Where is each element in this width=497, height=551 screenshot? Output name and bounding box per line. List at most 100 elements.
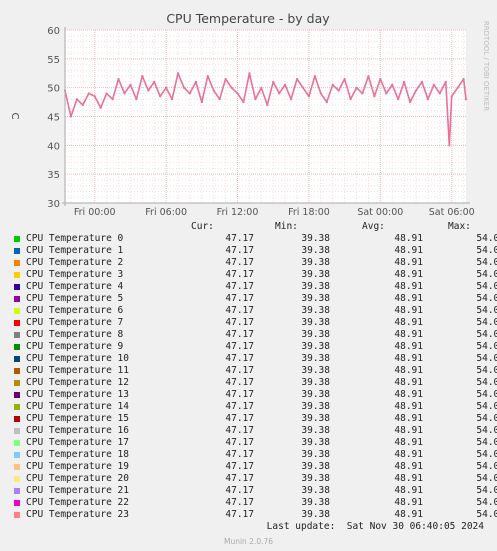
legend-max-value: 54.05 bbox=[476, 233, 497, 244]
legend-swatch bbox=[14, 416, 20, 422]
data-point bbox=[355, 86, 358, 89]
legend-cur-value: 47.17 bbox=[225, 425, 254, 436]
data-point bbox=[153, 80, 156, 83]
legend-max-value: 54.05 bbox=[476, 509, 497, 520]
data-point bbox=[284, 83, 287, 86]
legend-row: CPU Temperature 2 47.17 39.38 48.91 54.05 bbox=[0, 257, 497, 269]
legend-max-value: 54.05 bbox=[476, 449, 497, 460]
legend-max-value: 54.05 bbox=[476, 437, 497, 448]
data-point bbox=[397, 98, 400, 101]
legend-avg-value: 48.91 bbox=[394, 233, 423, 244]
legend-header-min: Min: bbox=[275, 221, 298, 232]
legend-row: CPU Temperature 6 47.17 39.38 48.91 54.05 bbox=[0, 305, 497, 317]
legend-min-value: 39.38 bbox=[301, 377, 330, 388]
legend-swatch bbox=[14, 380, 20, 386]
legend-max-value: 54.05 bbox=[476, 245, 497, 256]
legend-max-value: 54.05 bbox=[476, 461, 497, 472]
legend-avg-value: 48.91 bbox=[394, 389, 423, 400]
legend-swatch bbox=[14, 488, 20, 494]
legend-cur-value: 47.17 bbox=[225, 461, 254, 472]
y-tick-label: 60 bbox=[47, 26, 60, 37]
data-point bbox=[129, 83, 132, 86]
legend-avg-value: 48.91 bbox=[394, 365, 423, 376]
legend-row: CPU Temperature 23 47.17 39.38 48.91 54.05 bbox=[0, 509, 497, 521]
data-point bbox=[289, 98, 293, 101]
data-point bbox=[81, 103, 84, 107]
data-point bbox=[403, 80, 406, 83]
data-point bbox=[444, 80, 447, 83]
data-point bbox=[135, 98, 138, 101]
legend-min-value: 39.38 bbox=[301, 329, 330, 340]
data-point bbox=[87, 92, 90, 95]
legend-name: CPU Temperature 1 bbox=[26, 245, 124, 256]
legend-avg-value: 48.91 bbox=[394, 341, 423, 352]
chart: CPU Temperature - by day C RRDTOOL / TOB… bbox=[9, 11, 490, 218]
legend-cur-value: 47.17 bbox=[225, 437, 254, 448]
data-point bbox=[313, 75, 316, 78]
legend-max-value: 54.05 bbox=[476, 365, 497, 376]
legend-row: CPU Temperature 1 47.17 39.38 48.91 54.05 bbox=[0, 245, 497, 257]
legend-name: CPU Temperature 2 bbox=[26, 257, 124, 268]
data-point bbox=[141, 75, 144, 78]
data-point bbox=[93, 95, 96, 98]
legend-swatch bbox=[14, 500, 20, 506]
legend-max-value: 54.05 bbox=[476, 413, 497, 424]
legend-max-value: 54.05 bbox=[476, 317, 497, 328]
y-axis-label: C bbox=[9, 113, 20, 120]
legend-name: CPU Temperature 20 bbox=[26, 473, 129, 484]
legend-min-value: 39.38 bbox=[301, 461, 330, 472]
data-point bbox=[361, 92, 364, 95]
legend-header-cur: Cur: bbox=[191, 221, 214, 232]
legend-min-value: 39.38 bbox=[301, 353, 330, 364]
legend-name: CPU Temperature 19 bbox=[26, 461, 129, 472]
legend-name: CPU Temperature 0 bbox=[26, 233, 124, 244]
data-point bbox=[373, 95, 376, 98]
legend-avg-value: 48.91 bbox=[394, 449, 423, 460]
data-point bbox=[206, 75, 209, 78]
legend-max-value: 54.05 bbox=[476, 293, 497, 304]
legend-row: CPU Temperature 22 47.17 39.38 48.91 54.05 bbox=[0, 497, 497, 509]
legend-min-value: 39.38 bbox=[301, 245, 330, 256]
legend-min-value: 39.38 bbox=[301, 293, 330, 304]
data-point bbox=[331, 83, 334, 86]
legend-cur-value: 47.17 bbox=[225, 317, 254, 328]
legend-name: CPU Temperature 22 bbox=[26, 497, 129, 508]
legend-cur-value: 47.17 bbox=[225, 377, 254, 388]
legend-cur-value: 47.17 bbox=[225, 365, 254, 376]
legend-header: Cur: Min: Avg: Max: bbox=[0, 221, 497, 233]
legend-name: CPU Temperature 16 bbox=[26, 425, 129, 436]
legend-name: CPU Temperature 12 bbox=[26, 377, 129, 388]
legend-swatch bbox=[14, 284, 20, 290]
legend-max-value: 54.05 bbox=[476, 485, 497, 496]
legend-max-value: 54.05 bbox=[476, 269, 497, 280]
data-point bbox=[236, 92, 239, 95]
legend-avg-value: 48.91 bbox=[394, 293, 423, 304]
x-tick-label: Fri 12:00 bbox=[217, 207, 259, 218]
legend-avg-value: 48.91 bbox=[394, 473, 423, 484]
legend-row: CPU Temperature 3 47.17 39.38 48.91 54.05 bbox=[0, 269, 497, 281]
legend-cur-value: 47.17 bbox=[225, 389, 254, 400]
legend-header-avg: Avg: bbox=[362, 221, 385, 232]
legend-swatch bbox=[14, 512, 20, 518]
legend-swatch bbox=[14, 476, 20, 482]
x-tick-label: Sat 00:00 bbox=[357, 207, 403, 218]
legend-row: CPU Temperature 0 47.17 39.38 48.91 54.05 bbox=[0, 233, 497, 245]
legend-avg-value: 48.91 bbox=[394, 509, 423, 520]
legend-row: CPU Temperature 17 47.17 39.38 48.91 54.05 bbox=[0, 437, 497, 449]
watermark: RRDTOOL / TOBI OETIKER bbox=[482, 21, 490, 111]
legend: CPU Temperature 047.1739.3848.9154.05CPU… bbox=[0, 233, 497, 521]
legend-row: CPU Temperature 4 47.17 39.38 48.91 54.05 bbox=[0, 281, 497, 293]
legend-swatch bbox=[14, 332, 20, 338]
legend-avg-value: 48.91 bbox=[394, 245, 423, 256]
legend-name: CPU Temperature 8 bbox=[26, 329, 124, 340]
legend-name: CPU Temperature 21 bbox=[26, 485, 129, 496]
legend-name: CPU Temperature 17 bbox=[26, 437, 129, 448]
legend-swatch bbox=[14, 236, 20, 242]
legend-avg-value: 48.91 bbox=[394, 413, 423, 424]
data-point bbox=[224, 77, 227, 81]
y-tick-label: 40 bbox=[47, 141, 60, 152]
data-point bbox=[176, 72, 180, 75]
data-point bbox=[448, 144, 451, 147]
legend-swatch bbox=[14, 464, 20, 470]
legend-row: CPU Temperature 16 47.17 39.38 48.91 54.05 bbox=[0, 425, 497, 437]
